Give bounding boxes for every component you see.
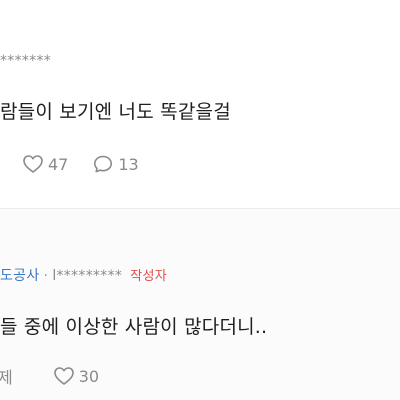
author-name[interactable]: l********* <box>52 268 122 284</box>
truncated-action-label[interactable]: 제 <box>0 364 13 388</box>
comment-button[interactable]: 13 <box>92 154 139 174</box>
separator: · <box>43 268 49 284</box>
author-name[interactable]: ******* <box>0 53 51 69</box>
author-line: ******* <box>0 53 51 69</box>
comment-body: 들 중에 이상한 사람이 많다더니.. <box>0 316 268 338</box>
like-button[interactable]: 30 <box>53 366 99 386</box>
company-name[interactable]: 도공사 <box>0 268 40 284</box>
comment-count: 13 <box>118 154 139 174</box>
like-count: 30 <box>78 366 100 386</box>
comment-actions: 47 13 <box>0 152 139 176</box>
comment-actions: 제 30 <box>0 364 99 388</box>
comment-body: 람들이 보기엔 너도 똑같을걸 <box>0 101 231 123</box>
heart-icon <box>53 366 75 386</box>
comment-item: ******* 람들이 보기엔 너도 똑같을걸 47 13 <box>0 0 400 208</box>
comment-item: 도공사 · l********* 작성자 들 중에 이상한 사람이 많다더니.. 제 … <box>0 209 400 400</box>
like-button[interactable]: 47 <box>22 154 68 174</box>
speech-bubble-icon <box>92 154 114 174</box>
comment-feed: ******* 람들이 보기엔 너도 똑같을걸 47 13 도공사 · l***… <box>0 0 400 400</box>
heart-icon <box>22 154 44 174</box>
like-count: 47 <box>48 154 69 174</box>
author-line: 도공사 · l********* 작성자 <box>0 265 167 285</box>
author-badge: 작성자 <box>130 269 167 284</box>
